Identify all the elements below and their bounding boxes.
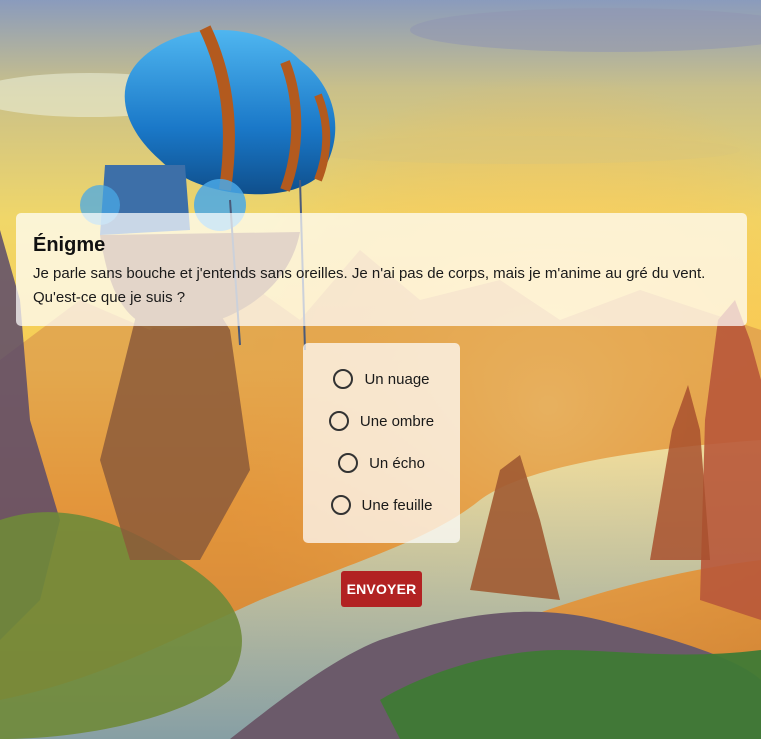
radio-button[interactable] (330, 495, 351, 515)
riddle-title: Énigme (33, 234, 106, 256)
option-label: Un nuage (364, 370, 430, 388)
answer-options: Un nuage Une ombre Un écho Une feuille (303, 343, 460, 543)
radio-button[interactable] (328, 411, 349, 431)
option-label: Un écho (369, 454, 425, 472)
riddle-card: Énigme Je parle sans bouche et j'entends… (16, 213, 747, 326)
option-un-echo[interactable]: Un écho (303, 448, 460, 478)
option-une-feuille[interactable]: Une feuille (303, 490, 460, 520)
option-un-nuage[interactable]: Un nuage (303, 364, 460, 394)
option-une-ombre[interactable]: Une ombre (303, 406, 460, 436)
riddle-text: Je parle sans bouche et j'entends sans o… (33, 265, 706, 306)
option-label: Une ombre (359, 412, 435, 430)
submit-button[interactable]: ENVOYER (341, 571, 422, 607)
radio-button[interactable] (333, 369, 354, 389)
option-label: Une feuille (361, 496, 433, 514)
radio-button[interactable] (338, 453, 359, 473)
